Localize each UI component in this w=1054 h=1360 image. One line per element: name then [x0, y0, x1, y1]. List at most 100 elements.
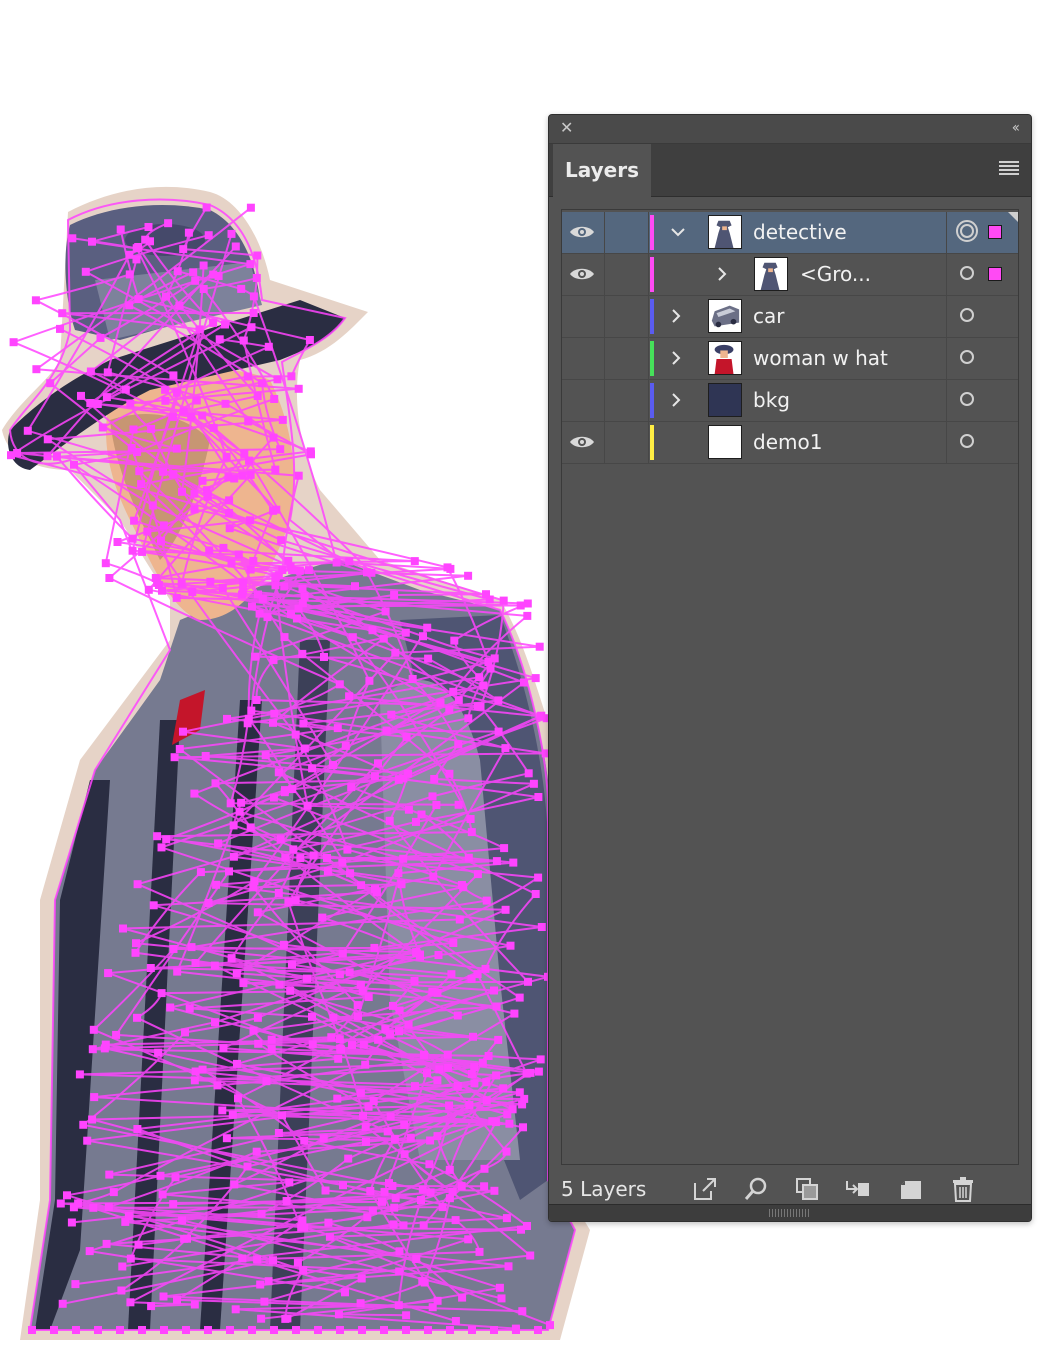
anchor-point[interactable]	[214, 839, 223, 848]
layer-row-bkg[interactable]: bkg	[562, 380, 1018, 422]
anchor-point[interactable]	[523, 599, 532, 608]
anchor-point[interactable]	[467, 1070, 476, 1078]
anchor-point[interactable]	[281, 853, 290, 862]
anchor-point[interactable]	[346, 869, 355, 878]
anchor-point[interactable]	[239, 336, 248, 345]
anchor-point[interactable]	[458, 1293, 467, 1302]
anchor-point[interactable]	[68, 234, 77, 243]
anchor-point[interactable]	[132, 255, 141, 264]
anchor-point[interactable]	[335, 970, 344, 979]
anchor-point[interactable]	[299, 719, 308, 728]
anchor-point[interactable]	[212, 880, 221, 889]
anchor-point[interactable]	[341, 741, 350, 750]
anchor-point[interactable]	[126, 1298, 135, 1307]
anchor-point[interactable]	[433, 1132, 442, 1141]
anchor-point[interactable]	[227, 229, 236, 238]
anchor-point[interactable]	[228, 1110, 237, 1119]
anchor-point[interactable]	[475, 1247, 484, 1256]
anchor-point[interactable]	[58, 309, 67, 318]
anchor-point[interactable]	[386, 1112, 395, 1121]
anchor-point[interactable]	[144, 223, 153, 231]
anchor-point[interactable]	[274, 889, 283, 897]
anchor-point[interactable]	[534, 793, 543, 801]
anchor-point[interactable]	[230, 474, 239, 483]
anchor-point[interactable]	[494, 727, 503, 736]
anchor-point[interactable]	[298, 584, 307, 593]
anchor-point[interactable]	[157, 843, 166, 852]
anchor-point[interactable]	[89, 1025, 98, 1034]
anchor-point[interactable]	[291, 896, 300, 905]
anchor-point[interactable]	[476, 702, 485, 711]
anchor-point[interactable]	[546, 1321, 554, 1330]
anchor-point[interactable]	[286, 986, 295, 995]
anchor-point[interactable]	[274, 1129, 283, 1137]
anchor-point[interactable]	[397, 880, 406, 889]
anchor-point[interactable]	[103, 368, 112, 377]
layer-name[interactable]: demo1	[753, 422, 822, 463]
anchor-point[interactable]	[118, 1262, 127, 1271]
anchor-point[interactable]	[213, 1081, 222, 1090]
anchor-point[interactable]	[172, 388, 181, 397]
anchor-point[interactable]	[454, 800, 463, 809]
anchor-point[interactable]	[408, 675, 417, 683]
anchor-point[interactable]	[516, 601, 525, 610]
anchor-point[interactable]	[308, 1012, 316, 1021]
anchor-point[interactable]	[390, 1134, 399, 1143]
anchor-point[interactable]	[195, 325, 204, 334]
anchor-point[interactable]	[238, 471, 247, 480]
anchor-point[interactable]	[300, 744, 309, 753]
anchor-point[interactable]	[270, 709, 279, 718]
anchor-point[interactable]	[214, 272, 223, 280]
anchor-point[interactable]	[372, 888, 381, 896]
anchor-point[interactable]	[46, 379, 55, 388]
anchor-point[interactable]	[389, 1220, 398, 1229]
anchor-point[interactable]	[204, 1326, 212, 1334]
anchor-point[interactable]	[294, 384, 303, 393]
anchor-point[interactable]	[345, 692, 354, 701]
anchor-point[interactable]	[364, 993, 373, 1001]
anchor-point[interactable]	[146, 964, 155, 972]
anchor-point[interactable]	[505, 1119, 514, 1128]
anchor-point[interactable]	[119, 924, 127, 933]
anchor-point[interactable]	[399, 1221, 408, 1230]
anchor-point[interactable]	[445, 1165, 454, 1174]
anchor-point[interactable]	[211, 779, 220, 788]
anchor-point[interactable]	[332, 558, 341, 567]
anchor-point[interactable]	[32, 365, 41, 374]
anchor-point[interactable]	[336, 1326, 344, 1334]
anchor-point[interactable]	[153, 832, 162, 841]
anchor-point[interactable]	[128, 534, 137, 543]
anchor-point[interactable]	[417, 1196, 425, 1204]
anchor-point[interactable]	[423, 1069, 431, 1078]
anchor-point[interactable]	[387, 710, 396, 719]
tab-layers[interactable]: Layers	[553, 144, 651, 197]
anchor-point[interactable]	[201, 752, 210, 760]
anchor-point[interactable]	[479, 681, 488, 690]
anchor-point[interactable]	[146, 237, 154, 246]
visibility-toggle[interactable]	[562, 338, 605, 379]
anchor-point[interactable]	[269, 656, 278, 665]
anchor-point[interactable]	[235, 807, 244, 816]
anchor-point[interactable]	[156, 1171, 165, 1180]
panel-titlebar[interactable]: ✕ ‹‹	[549, 115, 1031, 144]
anchor-point[interactable]	[379, 634, 388, 643]
anchor-point[interactable]	[391, 648, 400, 657]
anchor-point[interactable]	[300, 592, 309, 601]
anchor-point[interactable]	[300, 1223, 309, 1232]
anchor-point[interactable]	[226, 799, 235, 808]
target-circle-icon[interactable]	[960, 350, 974, 364]
anchor-point[interactable]	[473, 870, 482, 879]
anchor-point[interactable]	[109, 1188, 118, 1197]
anchor-point[interactable]	[267, 1045, 276, 1053]
anchor-point[interactable]	[158, 586, 166, 595]
anchor-point[interactable]	[246, 823, 255, 832]
anchor-point[interactable]	[225, 867, 233, 876]
anchor-point[interactable]	[280, 633, 289, 642]
lock-toggle[interactable]	[604, 338, 649, 379]
anchor-point[interactable]	[219, 1044, 228, 1053]
anchor-point[interactable]	[182, 1326, 190, 1334]
anchor-point[interactable]	[318, 913, 327, 922]
anchor-point[interactable]	[464, 1235, 473, 1244]
anchor-point[interactable]	[524, 769, 533, 778]
anchor-point[interactable]	[102, 1239, 111, 1248]
